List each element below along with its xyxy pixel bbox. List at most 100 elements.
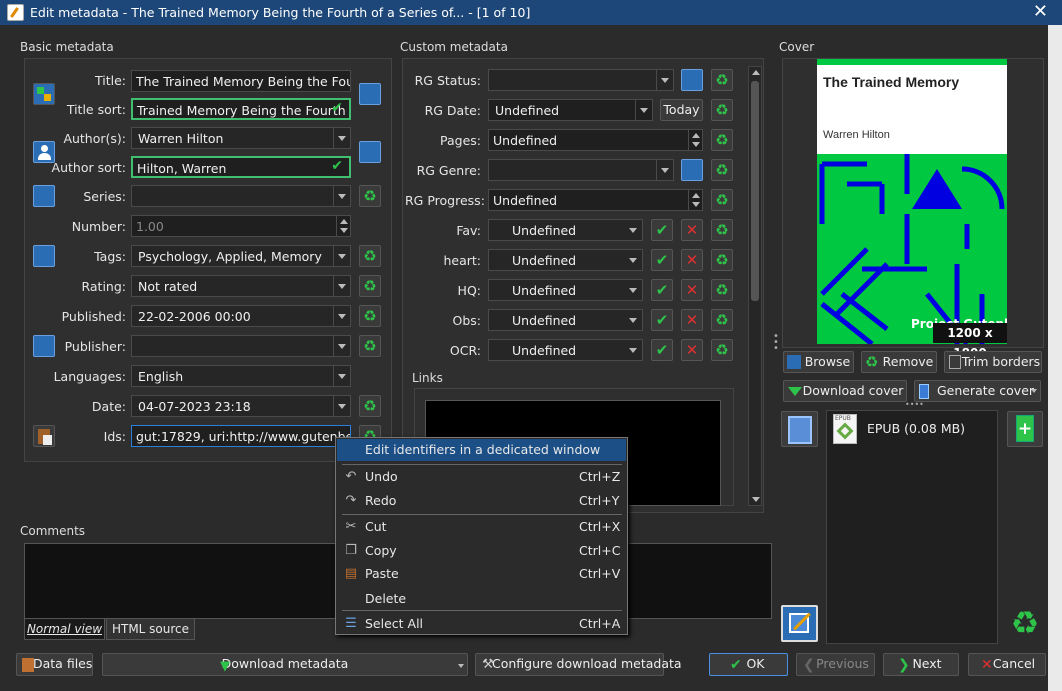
clear-series-icon[interactable]: ♻ <box>359 185 381 207</box>
set-no-icon[interactable]: ✕ <box>681 279 703 301</box>
ok-button[interactable]: ✔ OK <box>709 653 788 676</box>
clear-rg-progress-icon[interactable]: ♻ <box>711 189 733 211</box>
series-combo[interactable] <box>131 185 351 207</box>
chevron-down-icon[interactable] <box>333 396 350 416</box>
number-spinbox[interactable]: 1.00 <box>131 215 351 237</box>
pages-spinbox[interactable]: Undefined <box>488 129 703 151</box>
clear-heart-icon[interactable]: ♻ <box>711 249 733 271</box>
remove-format-recycle-icon[interactable]: ♻ <box>1006 605 1044 643</box>
close-icon[interactable]: ✕ <box>1033 1 1048 22</box>
clear-published-icon[interactable]: ♻ <box>359 305 381 327</box>
clear-pages-icon[interactable]: ♻ <box>711 129 733 151</box>
obs-combo[interactable]: Undefined <box>488 309 643 331</box>
splitter-handle[interactable]: • • • <box>773 332 779 356</box>
rg-date-edit[interactable]: Undefined <box>488 99 653 121</box>
next-button[interactable]: ❯ Next <box>883 653 959 676</box>
clear-rg-date-icon[interactable]: ♻ <box>711 99 733 121</box>
scroll-thumb[interactable] <box>751 81 759 301</box>
clear-fav-icon[interactable]: ♻ <box>711 219 733 241</box>
menu-item-delete[interactable]: Delete <box>337 588 626 610</box>
chevron-down-icon[interactable] <box>625 310 642 330</box>
add-format-from-cover-icon[interactable] <box>781 411 818 447</box>
menu-item-copy[interactable]: ❐ Copy Ctrl+C <box>337 540 626 562</box>
hq-combo[interactable]: Undefined <box>488 279 643 301</box>
chevron-down-icon[interactable] <box>458 664 464 668</box>
configure-download-metadata-button[interactable]: ⚒ Configure download metadata <box>475 653 682 676</box>
ids-input[interactable]: gut:17829, uri:http://www.gutenberg.org <box>131 425 351 447</box>
today-button[interactable]: Today <box>660 99 703 121</box>
tab-html-source[interactable]: HTML source <box>106 618 195 640</box>
menu-item-paste[interactable]: ▤ Paste Ctrl+V <box>337 563 626 585</box>
chevron-down-icon[interactable] <box>333 128 350 148</box>
splitter-handle[interactable]: •••• <box>905 401 929 409</box>
chevron-down-icon[interactable] <box>625 250 642 270</box>
menu-item-edit-identifiers[interactable]: Edit identifiers in a dedicated window <box>337 439 626 461</box>
manage-authors-icon[interactable] <box>359 141 381 163</box>
title-sort-input[interactable]: Trained Memory Being the Fourth of ✔ <box>131 98 351 120</box>
rg-genre-combo[interactable] <box>488 159 674 181</box>
chevron-down-icon[interactable] <box>625 280 642 300</box>
date-edit[interactable]: 04-07-2023 23:18 <box>131 395 351 417</box>
chevron-down-icon[interactable] <box>333 366 350 386</box>
menu-item-select-all[interactable]: ☰ Select All Ctrl+A <box>337 613 626 635</box>
languages-combo[interactable]: English <box>131 365 351 387</box>
chevron-down-icon[interactable] <box>1031 389 1037 393</box>
generate-cover-button[interactable]: Generate cover <box>914 380 1041 402</box>
chevron-down-icon[interactable] <box>635 100 652 120</box>
add-format-icon[interactable]: + <box>1007 411 1043 447</box>
clear-rg-genre-icon[interactable]: ♻ <box>711 159 733 181</box>
download-metadata-button[interactable]: ▼ Download metadata <box>102 653 468 676</box>
cancel-button[interactable]: ✕ Cancel <box>968 653 1046 676</box>
title-input[interactable]: The Trained Memory Being the Fourth of <box>131 70 351 92</box>
chevron-down-icon[interactable] <box>656 70 673 90</box>
edit-cover-icon[interactable] <box>781 605 818 642</box>
chevron-down-icon[interactable] <box>625 220 642 240</box>
previous-button[interactable]: ❮ Previous <box>796 653 875 676</box>
spinner-arrows-icon[interactable] <box>688 130 702 150</box>
chevron-down-icon[interactable] <box>333 246 350 266</box>
data-files-button[interactable]: Data files <box>16 653 93 676</box>
author-sort-input[interactable]: Hilton, Warren ✔ <box>131 156 351 178</box>
set-no-icon[interactable]: ✕ <box>681 249 703 271</box>
manage-rg-status-icon[interactable] <box>681 69 703 91</box>
chevron-down-icon[interactable] <box>333 336 350 356</box>
tags-combo[interactable]: Psychology, Applied, Memory <box>131 245 351 267</box>
manage-rg-genre-icon[interactable] <box>681 159 703 181</box>
clear-tags-icon[interactable]: ♻ <box>359 245 381 267</box>
chevron-down-icon[interactable] <box>656 160 673 180</box>
chevron-down-icon[interactable] <box>333 276 350 296</box>
clear-rg-status-icon[interactable]: ♻ <box>711 69 733 91</box>
clear-obs-icon[interactable]: ♻ <box>711 309 733 331</box>
download-cover-button[interactable]: Download cover <box>783 380 907 402</box>
menu-item-redo[interactable]: ↷ Redo Ctrl+Y <box>337 490 626 512</box>
set-no-icon[interactable]: ✕ <box>681 339 703 361</box>
tab-normal-view[interactable]: Normal view <box>24 618 105 640</box>
fav-combo[interactable]: Undefined <box>488 219 643 241</box>
clear-rating-icon[interactable]: ♻ <box>359 275 381 297</box>
set-yes-icon[interactable]: ✔ <box>651 309 673 331</box>
clear-hq-icon[interactable]: ♻ <box>711 279 733 301</box>
chevron-down-icon[interactable] <box>333 186 350 206</box>
clear-date-icon[interactable]: ♻ <box>359 395 381 417</box>
ocr-combo[interactable]: Undefined <box>488 339 643 361</box>
set-no-icon[interactable]: ✕ <box>681 309 703 331</box>
copy-title-icon[interactable] <box>359 83 381 105</box>
rg-status-combo[interactable] <box>488 69 674 91</box>
trim-borders-button[interactable]: Trim borders <box>944 351 1042 373</box>
browse-button[interactable]: Browse <box>783 351 854 373</box>
chevron-down-icon[interactable] <box>333 306 350 326</box>
spinner-arrows-icon[interactable] <box>688 190 702 210</box>
scroll-up-icon[interactable] <box>752 70 760 75</box>
heart-combo[interactable]: Undefined <box>488 249 643 271</box>
menu-item-cut[interactable]: ✂ Cut Ctrl+X <box>337 516 626 538</box>
custom-metadata-scrollbar[interactable] <box>748 66 762 506</box>
spinner-arrows-icon[interactable] <box>336 216 350 236</box>
rg-progress-spinbox[interactable]: Undefined <box>488 189 703 211</box>
menu-item-undo[interactable]: ↶ Undo Ctrl+Z <box>337 466 626 488</box>
published-date-edit[interactable]: 22-02-2006 00:00 <box>131 305 351 327</box>
rating-combo[interactable]: Not rated <box>131 275 351 297</box>
publisher-combo[interactable] <box>131 335 351 357</box>
formats-list[interactable]: EPUB EPUB (0.08 MB) <box>826 410 998 644</box>
authors-combo[interactable]: Warren Hilton <box>131 127 351 149</box>
clear-publisher-icon[interactable]: ♻ <box>359 335 381 357</box>
